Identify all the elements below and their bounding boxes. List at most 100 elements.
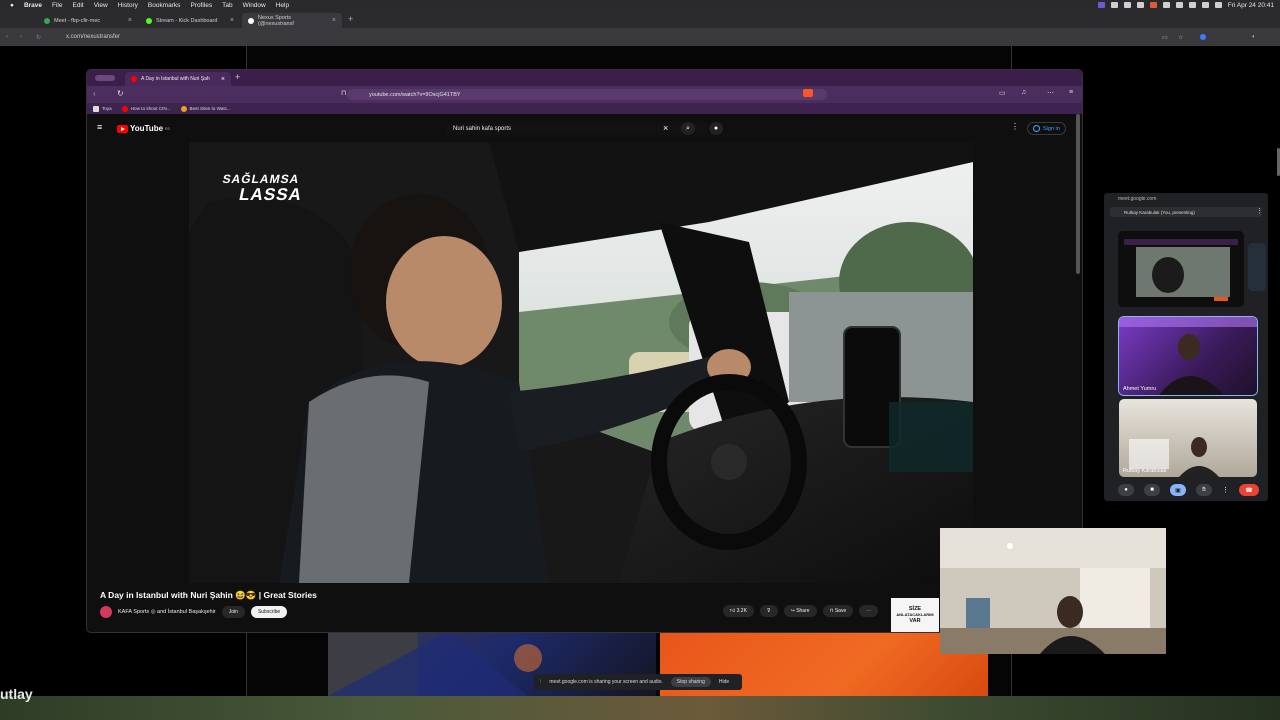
stop-sharing-button[interactable]: Stop sharing <box>670 677 711 687</box>
outer-url-field[interactable]: x.com/nexustransfer <box>66 34 120 40</box>
background-partial-text: utlay <box>0 686 33 702</box>
bookmark-item[interactable]: Toya <box>93 105 112 112</box>
more-options-icon[interactable]: ⋮ <box>1011 122 1019 131</box>
inner-url-field[interactable]: youtube.com/watch?v=9OscjG41TBY <box>347 89 827 100</box>
bookmark-item[interactable]: How to shoot CIN... <box>121 105 171 112</box>
extensions-icon[interactable]: ⋯ <box>1047 89 1054 97</box>
page-scrollbar[interactable] <box>1076 114 1080 274</box>
forward-icon[interactable]: › <box>20 34 22 40</box>
leave-call-button[interactable]: ☎︎ <box>1239 484 1259 496</box>
menu-extra-icon[interactable] <box>1136 2 1144 8</box>
new-tab-icon[interactable]: + <box>348 14 353 24</box>
hide-button[interactable]: Hide <box>719 679 729 685</box>
menu-extra-icon[interactable] <box>1123 2 1131 8</box>
video-overlay-logo: SAĞLAMSA LASSA <box>218 172 307 204</box>
screen-share-status-icon[interactable] <box>1097 2 1105 8</box>
share-button[interactable]: ↪ Share <box>783 605 817 617</box>
participant-tile[interactable]: Ahmet Yumru <box>1119 317 1257 395</box>
site-favicon-icon <box>180 105 187 112</box>
menu-window[interactable]: Window <box>243 2 266 9</box>
sign-in-button[interactable]: Sign in <box>1027 122 1066 135</box>
menu-tab[interactable]: Tab <box>222 2 232 9</box>
brave-shields-icon[interactable] <box>803 89 813 97</box>
sidebar-icon[interactable]: ▭ <box>999 89 1006 97</box>
cast-icon[interactable]: ▭ <box>1162 34 1168 41</box>
outer-tab-kick[interactable]: Stream - Kick Dashboard × <box>140 13 240 28</box>
menu-extra-icon[interactable] <box>1162 2 1170 8</box>
inner-browser-window: A Day in Istanbul with Nuri Şah × + ‹ ↻ … <box>87 70 1082 632</box>
media-icon[interactable]: ♫ <box>1021 89 1026 96</box>
channel-avatar[interactable] <box>100 606 112 618</box>
bookmark-item[interactable]: Best Sites to Watc... <box>180 105 231 112</box>
close-icon[interactable]: × <box>221 76 225 83</box>
like-button[interactable]: 👍︎ 3.2K <box>723 605 754 617</box>
youtube-play-icon <box>117 124 128 133</box>
menu-history[interactable]: History <box>118 2 138 9</box>
youtube-logo[interactable]: YouTube RS <box>117 124 170 133</box>
close-icon[interactable]: × <box>230 17 234 24</box>
participant-tile[interactable]: Rutkay Karabulak <box>1119 399 1257 477</box>
bookmarks-bar: Toya How to shoot CIN... Best Sites to W… <box>87 103 1082 114</box>
presentation-tile[interactable] <box>1118 231 1244 307</box>
close-icon[interactable]: × <box>128 17 132 24</box>
window-controls-icon[interactable] <box>95 75 115 81</box>
brave-rewards-icon[interactable] <box>1200 34 1206 40</box>
recommended-video-thumbnail[interactable]: SİZE ANLATACAKLARIM VAR <box>891 598 939 632</box>
join-button[interactable]: Join <box>221 606 245 618</box>
control-center-icon[interactable] <box>1214 2 1222 8</box>
drag-handle-icon[interactable]: ⁞ <box>540 679 541 685</box>
outer-tab-meet[interactable]: Meet - fbp-cfir-mec × <box>38 13 138 28</box>
overflow-tile[interactable] <box>1248 243 1266 291</box>
self-camera-overlay[interactable] <box>940 528 1166 654</box>
wifi-icon[interactable] <box>1188 2 1196 8</box>
menu-profiles[interactable]: Profiles <box>190 2 212 9</box>
mic-button[interactable]: ● <box>1118 484 1134 496</box>
participant-video <box>1129 437 1219 477</box>
star-icon[interactable]: ☆ <box>1178 34 1183 41</box>
menu-extra-icon[interactable] <box>1110 2 1118 8</box>
inner-tab-youtube[interactable]: A Day in Istanbul with Nuri Şah × <box>125 72 231 86</box>
raise-hand-button[interactable]: ✋︎ <box>1196 484 1212 496</box>
bookmark-label: Best Sites to Watc... <box>189 106 231 111</box>
channel-name[interactable]: KAFA Sports ◎ and İstanbul Başakşehir <box>118 609 216 615</box>
profile-icon[interactable]: ◐ <box>1252 34 1256 40</box>
menu-view[interactable]: View <box>94 2 108 9</box>
close-icon[interactable]: × <box>332 17 336 24</box>
reload-icon[interactable]: ↻ <box>117 89 124 98</box>
subscribe-button[interactable]: Subscribe <box>250 606 288 618</box>
present-button[interactable]: ▣ <box>1170 484 1186 496</box>
reload-icon[interactable]: ↻ <box>36 34 41 41</box>
menu-file[interactable]: File <box>52 2 62 9</box>
clear-search-icon[interactable]: × <box>663 123 668 133</box>
search-icon[interactable] <box>1201 2 1209 8</box>
apple-icon[interactable]: ● <box>10 2 14 9</box>
menu-icon[interactable]: ≡ <box>1069 89 1073 96</box>
folder-icon <box>93 105 99 112</box>
more-options-icon[interactable]: ⋮ <box>1256 207 1263 215</box>
menu-help[interactable]: Help <box>276 2 289 9</box>
menu-clock[interactable]: Fri Apr 24 20:41 <box>1228 2 1274 9</box>
back-icon[interactable]: ‹ <box>93 89 96 98</box>
more-options-icon[interactable]: ⋮ <box>1222 486 1229 494</box>
meet-controls: ● ■ ▣ ✋︎ ⋮ ☎︎ <box>1118 483 1266 497</box>
share-message: meet.google.com is sharing your screen a… <box>549 679 663 685</box>
bookmark-label: How to shoot CIN... <box>130 106 171 111</box>
more-actions-button[interactable]: ⋯ <box>859 605 879 617</box>
menu-edit[interactable]: Edit <box>73 2 84 9</box>
new-tab-icon[interactable]: + <box>235 72 240 82</box>
outer-tab-x[interactable]: Nexus Sports (@nexustransf × <box>242 13 342 28</box>
search-icon[interactable]: ⌕ <box>681 122 695 135</box>
menu-app-name[interactable]: Brave <box>24 2 42 9</box>
record-icon[interactable] <box>1149 2 1157 8</box>
battery-icon[interactable] <box>1175 2 1183 8</box>
menu-bookmarks[interactable]: Bookmarks <box>148 2 181 9</box>
hamburger-icon[interactable]: ≡ <box>97 122 102 132</box>
video-player[interactable]: SAĞLAMSA LASSA <box>189 142 973 583</box>
overlay-line-2: LASSA <box>237 185 305 204</box>
dislike-button[interactable]: ⊽ <box>759 605 778 617</box>
save-button[interactable]: ⊓ Save <box>822 605 854 617</box>
bookmark-icon[interactable]: ⊓ <box>341 89 346 97</box>
back-icon[interactable]: ‹ <box>6 34 8 40</box>
microphone-icon[interactable]: ● <box>709 122 723 135</box>
camera-button[interactable]: ■ <box>1144 484 1160 496</box>
